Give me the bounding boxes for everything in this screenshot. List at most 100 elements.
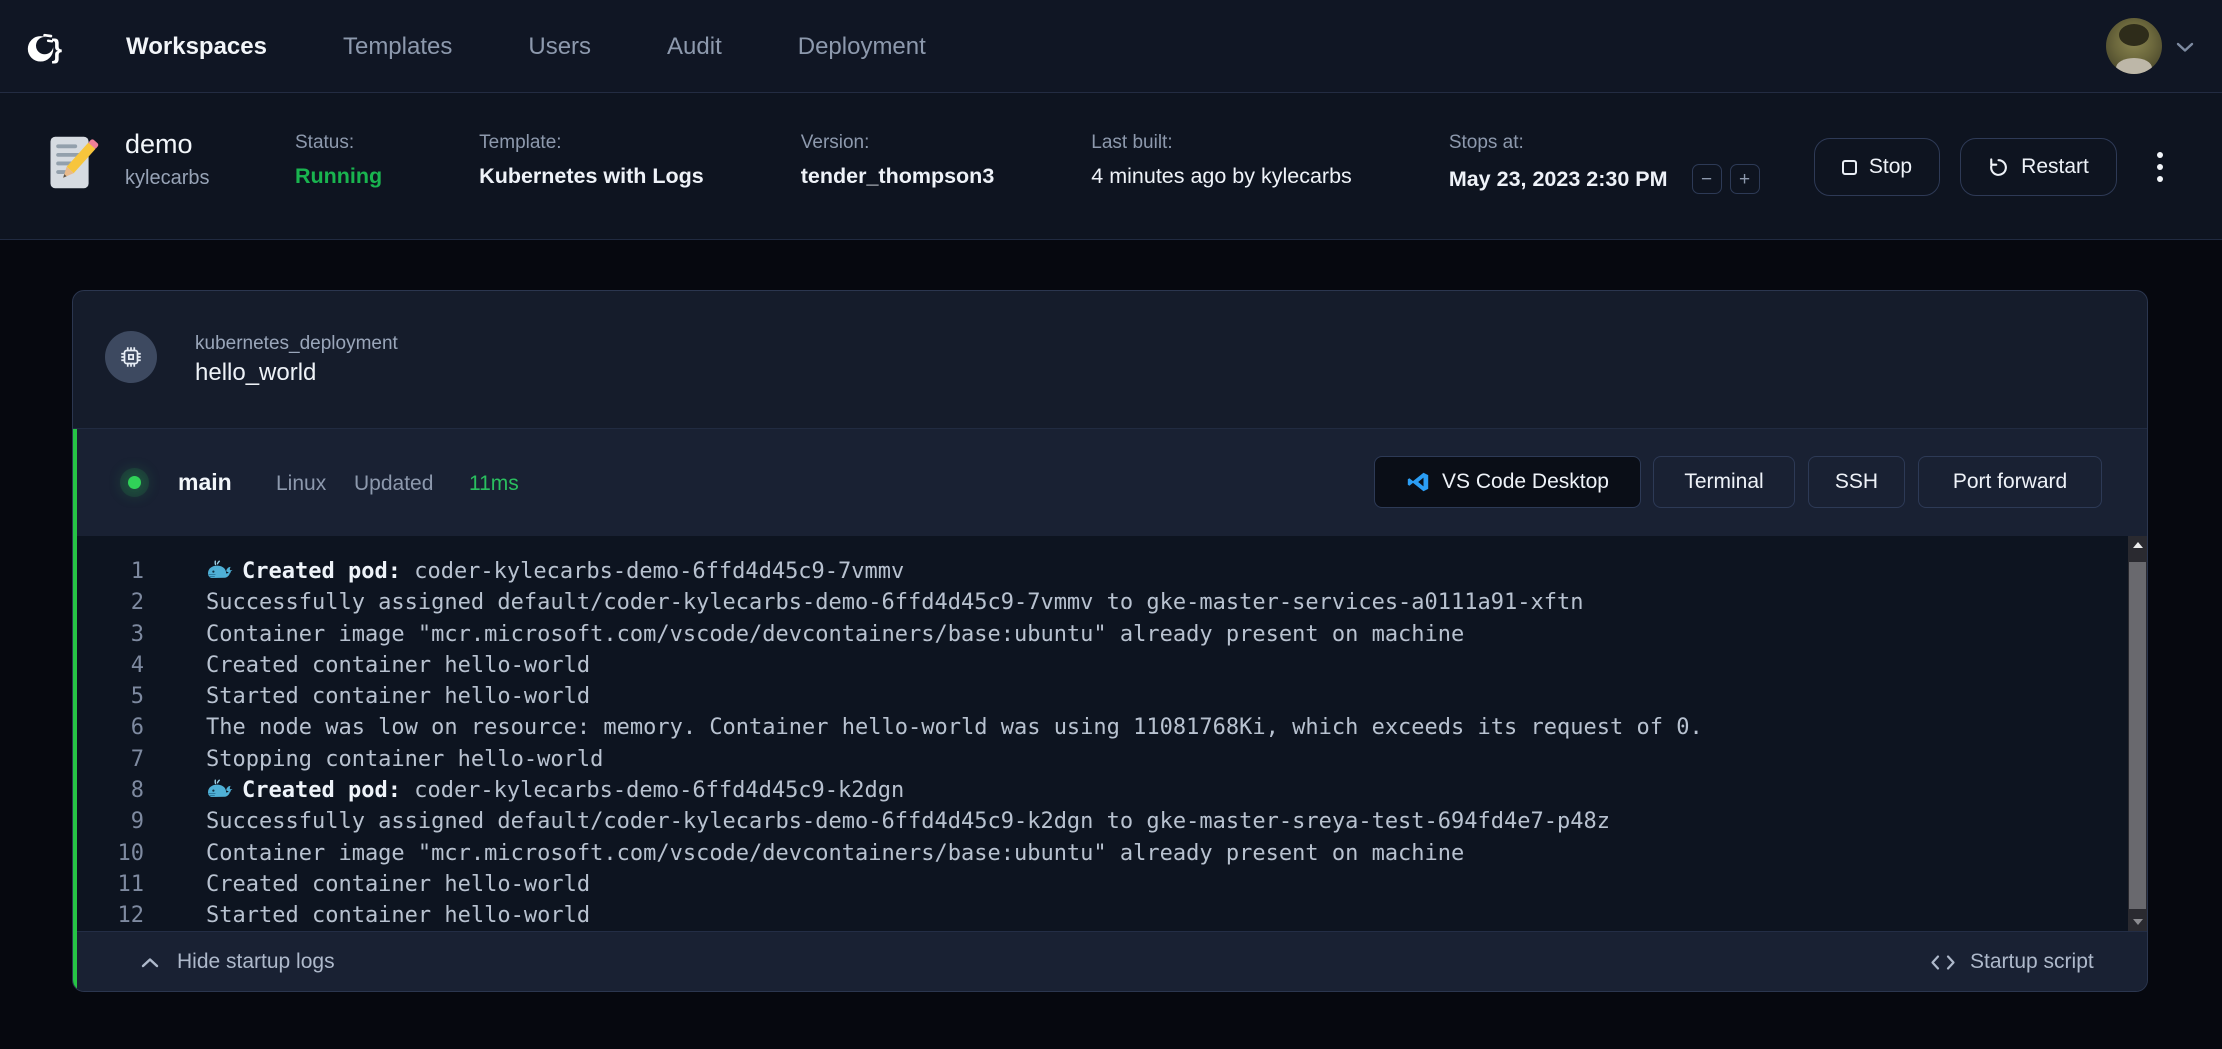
coder-logo-icon[interactable]: } <box>26 27 66 67</box>
workspace-owner: kylecarbs <box>125 167 209 190</box>
log-line-number: 6 <box>77 712 144 743</box>
restart-icon <box>1988 157 2009 178</box>
logs-footer: Hide startup logs Startup script <box>77 931 2147 991</box>
ssh-button[interactable]: SSH <box>1808 456 1905 508</box>
workspace-memo-icon <box>40 132 101 193</box>
agent-row: main Linux Updated 11ms VS Code Desktop … <box>77 429 2147 536</box>
log-line: 2 Successfully assigned default/coder-kyl… <box>77 587 2147 618</box>
port-forward-button[interactable]: Port forward <box>1918 456 2102 508</box>
resource-avatar <box>105 331 157 383</box>
log-line: 11 Created container hello-world <box>77 869 2147 900</box>
log-line-number: 8 <box>77 775 144 806</box>
hide-startup-logs-button[interactable]: Hide startup logs <box>141 932 335 992</box>
coder-workspace-page: } Workspaces Templates Users Audit Deplo… <box>0 0 2222 1049</box>
stat-last-built: Last built: 4 minutes ago by kylecarbs <box>1091 132 1352 194</box>
stat-label: Last built: <box>1091 132 1352 154</box>
stat-label: Status: <box>295 132 382 154</box>
stat-label: Template: <box>479 132 704 154</box>
log-bold-prefix: Created pod: <box>242 778 401 803</box>
agent-os: Linux <box>276 472 326 496</box>
log-line-number: 10 <box>77 838 144 869</box>
scrollbar-down-button[interactable] <box>2128 913 2147 931</box>
agent-status-dot <box>128 476 141 489</box>
log-line-number: 2 <box>77 587 144 618</box>
nav-item-deployment[interactable]: Deployment <box>798 33 926 61</box>
nav-item-workspaces[interactable]: Workspaces <box>126 33 267 61</box>
nav-item-templates[interactable]: Templates <box>343 33 452 61</box>
svg-text:}: } <box>51 33 62 64</box>
log-lines: 1 Created pod: coder-kylecarbs-demo-6ffd4… <box>77 536 2147 931</box>
log-line-text: Started container hello-world <box>206 681 590 712</box>
vscode-desktop-button[interactable]: VS Code Desktop <box>1374 456 1641 508</box>
agent-latency: 11ms <box>469 472 519 496</box>
log-line-number: 7 <box>77 744 144 775</box>
resource-name: hello_world <box>195 359 316 387</box>
stat-status: Status: Running <box>295 132 382 194</box>
user-avatar[interactable] <box>2106 18 2162 74</box>
log-scrollbar[interactable] <box>2128 536 2147 931</box>
log-line-text: The node was low on resource: memory. Co… <box>206 712 1703 743</box>
main-nav: Workspaces Templates Users Audit Deploym… <box>126 0 926 93</box>
log-line-number: 1 <box>77 556 144 587</box>
resource-type: kubernetes_deployment <box>195 333 398 355</box>
log-line: 1 Created pod: coder-kylecarbs-demo-6ffd4… <box>77 556 2147 587</box>
log-line-number: 11 <box>77 869 144 900</box>
stop-button[interactable]: Stop <box>1814 138 1940 196</box>
log-line: 12 Started container hello-world <box>77 900 2147 931</box>
log-line: 10 Container image "mcr.microsoft.com/vsc… <box>77 838 2147 869</box>
log-line: 6 The node was low on resource: memory. C… <box>77 712 2147 743</box>
nav-item-users[interactable]: Users <box>528 33 591 61</box>
log-line: 4Created container hello-world <box>77 650 2147 681</box>
workspace-header: demo kylecarbs Status: Running Template:… <box>0 93 2222 240</box>
stops-at-value: May 23, 2023 2:30 PM <box>1449 167 1668 192</box>
restart-button[interactable]: Restart <box>1960 138 2117 196</box>
version-value[interactable]: tender_thompson3 <box>801 164 995 189</box>
log-line-text: Successfully assigned default/coder-kyle… <box>206 587 1584 618</box>
log-line: 9 Successfully assigned default/coder-kyl… <box>77 806 2147 837</box>
log-line-text: Container image "mcr.microsoft.com/vscod… <box>206 619 1464 650</box>
resource-header: kubernetes_deployment hello_world <box>73 291 2147 429</box>
log-line: 3 Container image "mcr.microsoft.com/vsco… <box>77 619 2147 650</box>
log-line-number: 9 <box>77 806 144 837</box>
agent-name: main <box>178 469 232 496</box>
terminal-button[interactable]: Terminal <box>1653 456 1795 508</box>
log-line-number: 3 <box>77 619 144 650</box>
schedule-minus-button[interactable]: − <box>1692 164 1722 194</box>
whale-icon <box>206 779 233 800</box>
log-line-number: 12 <box>77 900 144 931</box>
nav-item-audit[interactable]: Audit <box>667 33 722 61</box>
stop-icon <box>1842 160 1857 175</box>
status-value: Running <box>295 164 382 189</box>
more-options-button[interactable] <box>2148 144 2172 190</box>
stat-label: Stops at: <box>1449 132 1760 154</box>
whale-icon <box>206 560 233 581</box>
chip-icon <box>118 344 144 370</box>
stat-stops-at: Stops at: May 23, 2023 2:30 PM − + <box>1449 132 1760 194</box>
startup-logs: 1 Created pod: coder-kylecarbs-demo-6ffd4… <box>77 536 2147 931</box>
workspace-name: demo <box>125 129 193 160</box>
template-value[interactable]: Kubernetes with Logs <box>479 164 704 189</box>
chevron-down-icon[interactable] <box>2176 41 2194 53</box>
workspace-stats: Status: Running Template: Kubernetes wit… <box>295 132 1760 194</box>
vscode-icon <box>1406 470 1430 494</box>
log-line-text: Started container hello-world <box>206 900 590 931</box>
log-line: 5Started container hello-world <box>77 681 2147 712</box>
last-built-value: 4 minutes ago by kylecarbs <box>1091 164 1352 189</box>
log-line-text: Created container hello-world <box>206 650 590 681</box>
stat-template: Template: Kubernetes with Logs <box>479 132 704 194</box>
stat-label: Version: <box>801 132 995 154</box>
agent-updated-status: Updated <box>354 472 433 496</box>
schedule-plus-button[interactable]: + <box>1730 164 1760 194</box>
log-line-text: Created pod: coder-kylecarbs-demo-6ffd4d… <box>206 556 904 587</box>
startup-script-button[interactable]: Startup script <box>1930 932 2094 992</box>
log-line-text: Stopping container hello-world <box>206 744 603 775</box>
log-line: 7 Stopping container hello-world <box>77 744 2147 775</box>
log-line-text: Created container hello-world <box>206 869 590 900</box>
scrollbar-up-button[interactable] <box>2128 536 2147 554</box>
log-line-text: Container image "mcr.microsoft.com/vscod… <box>206 838 1464 869</box>
log-line-text: Created pod: coder-kylecarbs-demo-6ffd4d… <box>206 775 904 806</box>
scrollbar-thumb[interactable] <box>2129 562 2146 909</box>
log-bold-prefix: Created pod: <box>242 559 401 584</box>
log-line-text: Successfully assigned default/coder-kyle… <box>206 806 1610 837</box>
stat-version: Version: tender_thompson3 <box>801 132 995 194</box>
